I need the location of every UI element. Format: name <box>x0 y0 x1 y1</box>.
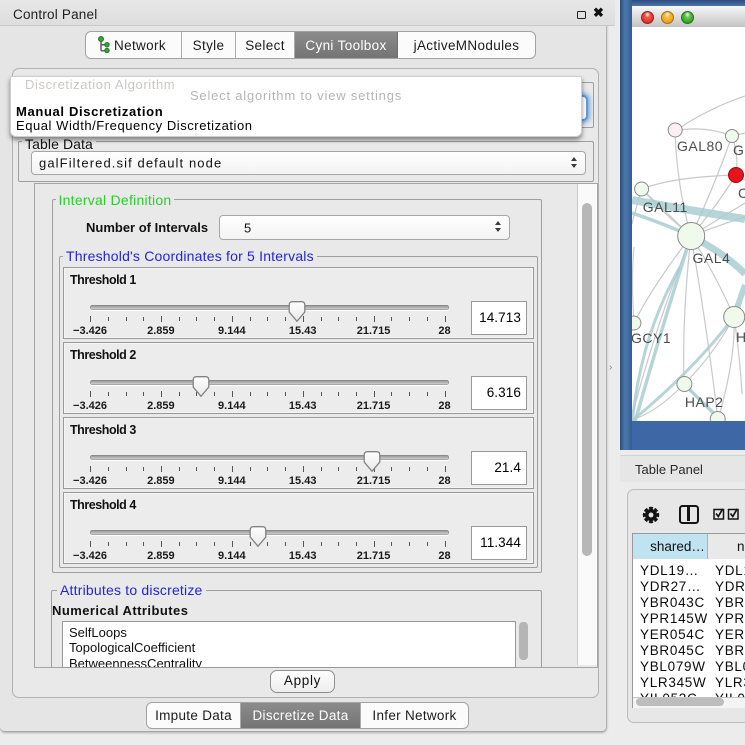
svg-text:GAL4: GAL4 <box>693 250 731 266</box>
svg-text:G.: G. <box>733 142 745 158</box>
svg-text:GAL80: GAL80 <box>677 138 723 154</box>
svg-text:GAL11: GAL11 <box>643 199 688 215</box>
svg-text:GCY1: GCY1 <box>632 330 671 346</box>
svg-text:HAP2: HAP2 <box>685 394 724 410</box>
svg-text:C: C <box>738 185 745 201</box>
svg-text:H: H <box>736 329 745 345</box>
